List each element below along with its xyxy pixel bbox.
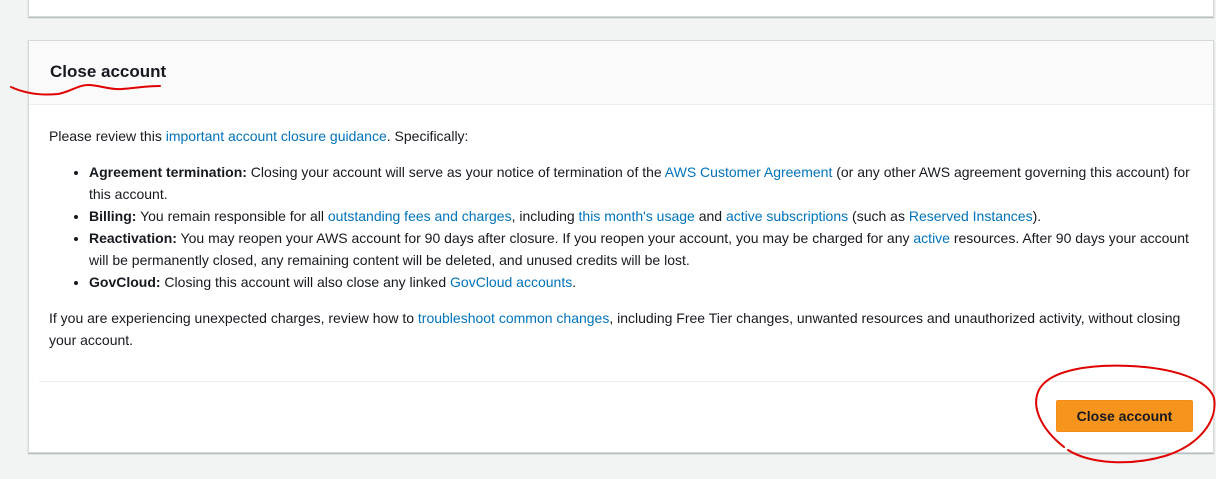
active-resources-link[interactable]: active — [913, 230, 950, 246]
list-item-billing: Billing: You remain responsible for all … — [89, 205, 1199, 227]
list-item-govcloud: GovCloud: Closing this account will also… — [89, 271, 1199, 293]
outro-text: If you are experiencing unexpected charg… — [49, 307, 1199, 351]
panel-title: Close account — [50, 62, 167, 81]
item-text: Closing your account will serve as your … — [246, 164, 665, 180]
intro-text: Please review this important account clo… — [49, 125, 1199, 147]
item-label: GovCloud: — [89, 274, 161, 290]
item-text: You may reopen your AWS account for 90 d… — [176, 230, 914, 246]
item-label: Billing: — [89, 208, 137, 224]
govcloud-accounts-link[interactable]: GovCloud accounts — [450, 274, 572, 290]
list-item-agreement: Agreement termination: Closing your acco… — [89, 161, 1199, 205]
troubleshoot-link[interactable]: troubleshoot common changes — [418, 310, 609, 326]
item-label: Agreement termination: — [89, 164, 247, 180]
outro-prefix: If you are experiencing unexpected charg… — [49, 310, 418, 326]
item-label: Reactivation: — [89, 230, 177, 246]
panel-header: Close account — [29, 41, 1213, 105]
item-text: (such as — [848, 208, 909, 224]
item-text: Closing this account will also close any… — [160, 274, 451, 290]
list-item-reactivation: Reactivation: You may reopen your AWS ac… — [89, 227, 1199, 271]
closure-guidance-link[interactable]: important account closure guidance — [166, 128, 387, 144]
intro-prefix: Please review this — [49, 128, 166, 144]
outstanding-fees-link[interactable]: outstanding fees and charges — [328, 208, 512, 224]
close-account-button[interactable]: Close account — [1056, 400, 1193, 432]
footer-divider — [39, 381, 1203, 382]
this-months-usage-link[interactable]: this month's usage — [579, 208, 695, 224]
item-text: , including — [511, 208, 579, 224]
reserved-instances-link[interactable]: Reserved Instances — [909, 208, 1033, 224]
panel-body: Please review this important account clo… — [49, 125, 1199, 351]
item-text: ). — [1032, 208, 1042, 224]
active-subscriptions-link[interactable]: active subscriptions — [726, 208, 848, 224]
item-text: You remain responsible for all — [136, 208, 328, 224]
intro-suffix: . Specifically: — [386, 128, 469, 144]
previous-panel — [28, 0, 1214, 17]
item-text: . — [572, 274, 577, 290]
close-account-panel: Close account Please review this importa… — [28, 40, 1214, 453]
closure-terms-list: Agreement termination: Closing your acco… — [49, 161, 1199, 293]
aws-customer-agreement-link[interactable]: AWS Customer Agreement — [665, 164, 833, 180]
item-text: and — [694, 208, 726, 224]
